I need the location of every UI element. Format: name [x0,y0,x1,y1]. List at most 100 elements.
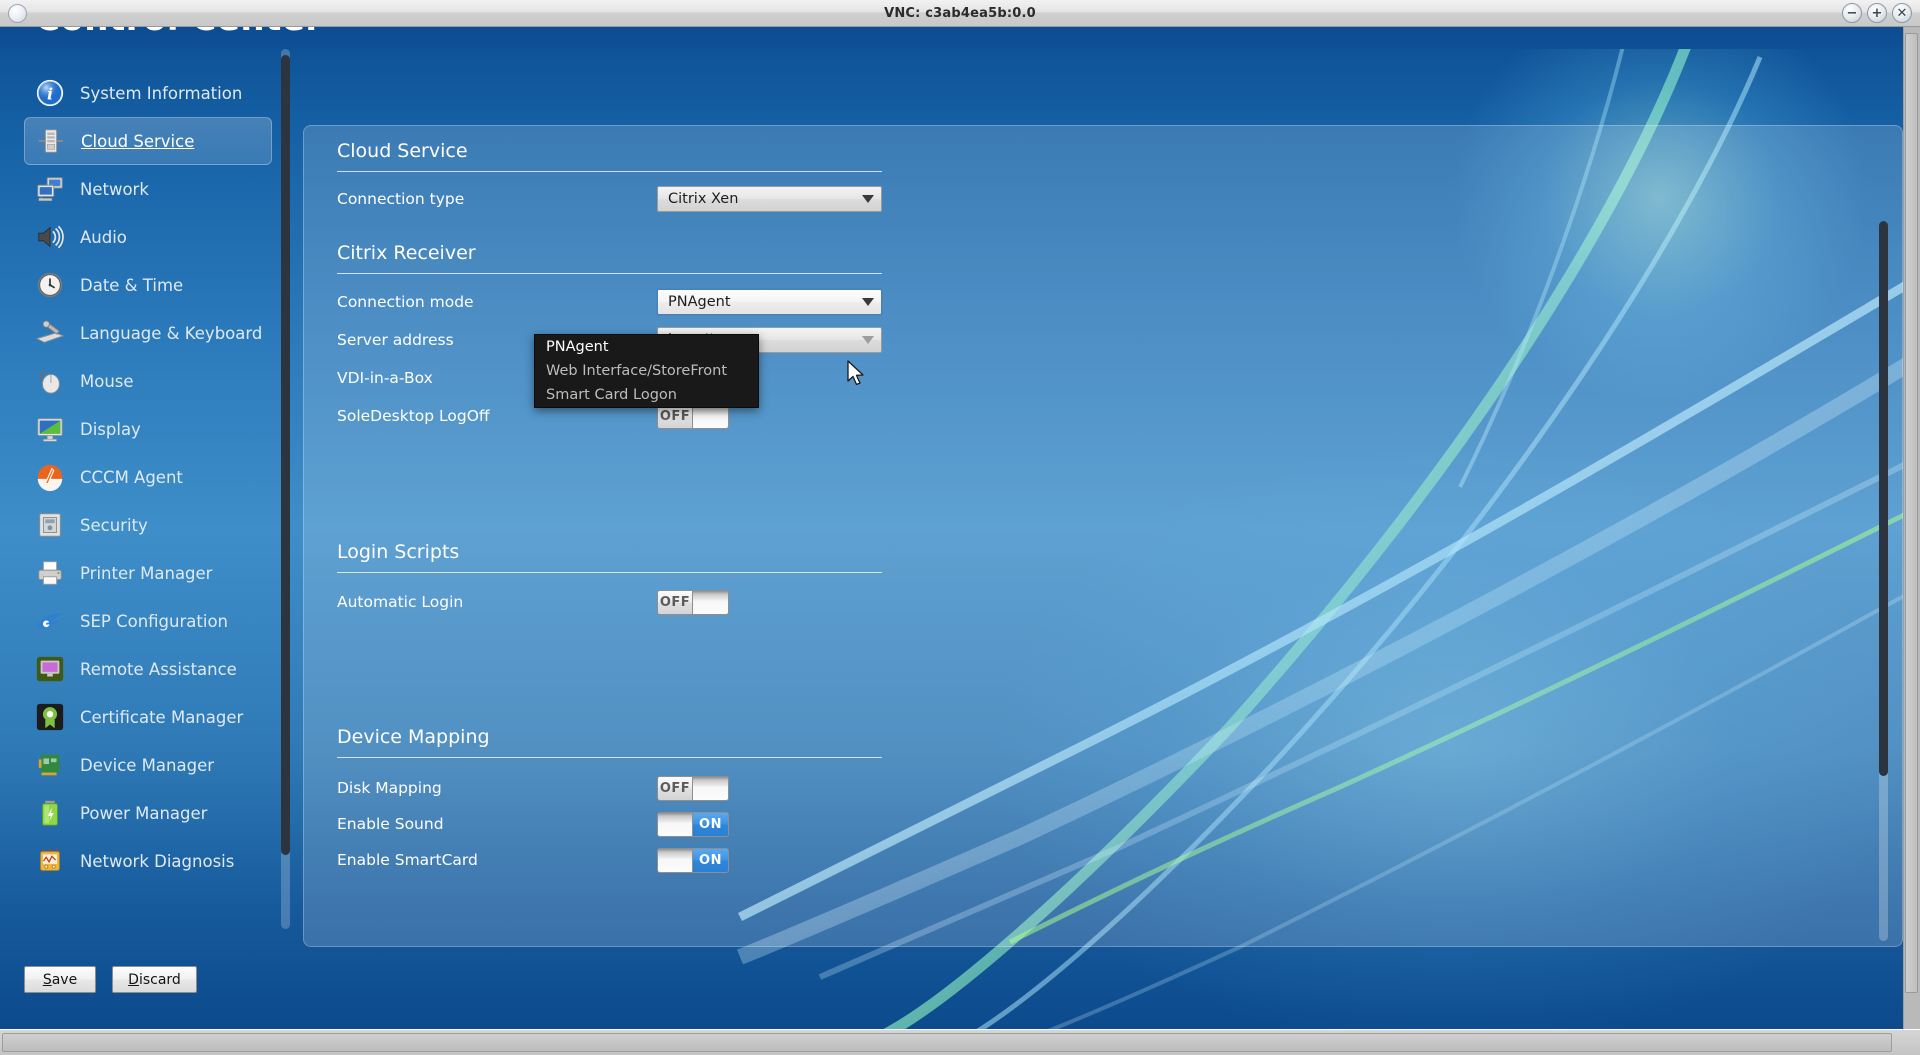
row-enable-smartcard: Enable SmartCard ON [337,847,897,873]
toggle-state-label: OFF [658,776,693,800]
battery-icon [34,797,66,829]
row-disk-mapping: Disk Mapping OFF [337,775,897,801]
sidebar-item-cccm-agent[interactable]: CCCM Agent [24,453,272,501]
discard-label-rest: iscard [138,971,181,988]
connection-type-value: Citrix Xen [668,191,739,207]
sidebar: i System Information Cloud Service Netwo… [0,49,290,929]
remote-desktop: Control Center i System Information Clou… [0,27,1920,1029]
sidebar-item-label: Security [80,515,148,535]
section-title: Citrix Receiver [337,242,882,274]
vnc-vertical-scrollbar-thumb[interactable] [1905,33,1918,993]
save-mnemonic: S [42,971,52,988]
server-icon [35,125,67,157]
expansion-card-icon [34,749,66,781]
sidebar-item-language-keyboard[interactable]: Language & Keyboard [24,309,272,357]
sidebar-item-cloud-service[interactable]: Cloud Service [24,117,272,165]
sidebar-item-power-manager[interactable]: Power Manager [24,789,272,837]
keyboard-icon [34,317,66,349]
disk-mapping-toggle[interactable]: OFF [657,775,729,801]
connection-mode-value: PNAgent [668,294,731,310]
sidebar-item-date-time[interactable]: Date & Time [24,261,272,309]
sidebar-item-label: Display [80,419,141,439]
section-title: Cloud Service [337,140,882,172]
sidebar-item-display[interactable]: Display [24,405,272,453]
sidebar-item-security[interactable]: Security [24,501,272,549]
sidebar-item-label: Network [80,179,149,199]
sidebar-item-label: System Information [80,83,243,103]
section-title: Login Scripts [337,541,882,573]
connection-mode-dropdown-list[interactable]: PNAgent Web Interface/StoreFront Smart C… [534,334,759,408]
settings-panel: Cloud Service Connection type Citrix Xen… [303,125,1903,947]
settings-panel-content: Cloud Service Connection type Citrix Xen… [304,126,1902,946]
save-button[interactable]: Save [24,966,96,993]
content-scrollbar-thumb[interactable] [1879,221,1888,776]
disk-mapping-label: Disk Mapping [337,779,442,797]
sidebar-item-network[interactable]: Network [24,165,272,213]
maximize-button[interactable]: + [1867,3,1887,23]
safe-icon [34,509,66,541]
row-automatic-login: Automatic Login OFF [337,589,897,615]
row-connection-type: Connection type Citrix Xen [337,186,897,212]
app-header: Control Center [0,27,1920,49]
sidebar-item-label: CCCM Agent [80,467,183,487]
section-title: Device Mapping [337,726,882,758]
enable-sound-toggle[interactable]: ON [657,811,729,837]
speaker-icon [34,221,66,253]
close-button[interactable]: ✕ [1892,3,1912,23]
sidebar-item-device-manager[interactable]: Device Manager [24,741,272,789]
minimize-button[interactable]: − [1842,3,1862,23]
mouse-icon [34,365,66,397]
app-title: Control Center [35,27,323,39]
window-menu-icon[interactable] [8,4,27,23]
section-login-scripts: Login Scripts [337,541,882,573]
enable-smartcard-label: Enable SmartCard [337,851,478,869]
action-button-bar: Save Discard [0,949,1920,1029]
svg-text:i: i [47,85,53,104]
clock-icon [34,269,66,301]
discard-button[interactable]: Discard [112,966,197,993]
enable-sound-label: Enable Sound [337,815,444,833]
sidebar-item-label: Power Manager [80,803,208,823]
toggle-state-label: ON [693,812,728,836]
automatic-login-toggle[interactable]: OFF [657,589,729,615]
dropdown-option[interactable]: Smart Card Logon [535,383,758,407]
section-device-mapping: Device Mapping [337,726,882,758]
cccm-icon [34,461,66,493]
toggle-knob [693,776,728,800]
connection-type-label: Connection type [337,190,465,208]
sidebar-item-printer-manager[interactable]: Printer Manager [24,549,272,597]
discard-mnemonic: D [128,971,139,988]
section-cloud-service: Cloud Service [337,140,882,172]
vnc-bottom-bar [0,1029,1920,1055]
toggle-state-label: OFF [658,590,693,614]
section-citrix-receiver: Citrix Receiver [337,242,882,274]
dropdown-option[interactable]: Web Interface/StoreFront [535,359,758,383]
sidebar-item-sep-configuration[interactable]: SEP Configuration [24,597,272,645]
sidebar-item-network-diagnosis[interactable]: Network Diagnosis [24,837,272,885]
row-connection-mode: Connection mode PNAgent [337,289,897,315]
sidebar-item-label: Remote Assistance [80,659,237,679]
vnc-viewer-window: VNC: c3ab4ea5b:0.0 − + ✕ i System Inform… [0,0,1920,1055]
dropdown-option[interactable]: PNAgent [535,335,758,359]
sidebar-item-label: Network Diagnosis [80,851,235,871]
sidebar-item-label: Device Manager [80,755,214,775]
sidebar-item-mouse[interactable]: Mouse [24,357,272,405]
sidebar-item-remote-assistance[interactable]: Remote Assistance [24,645,272,693]
sidebar-item-label: Cloud Service [81,131,195,151]
sidebar-item-label: Certificate Manager [80,707,244,727]
vnc-horizontal-scrollbar[interactable] [2,1033,1892,1052]
sep-icon [34,605,66,637]
sidebar-item-certificate-manager[interactable]: Certificate Manager [24,693,272,741]
connection-mode-dropdown[interactable]: PNAgent [657,289,882,315]
sidebar-item-system-information[interactable]: i System Information [24,69,272,117]
toggle-state-label: ON [693,848,728,872]
sidebar-item-label: Date & Time [80,275,184,295]
vnc-titlebar: VNC: c3ab4ea5b:0.0 − + ✕ [0,0,1920,27]
sidebar-item-audio[interactable]: Audio [24,213,272,261]
connection-type-dropdown[interactable]: Citrix Xen [657,186,882,212]
diagnostics-icon [34,845,66,877]
window-controls: − + ✕ [1842,3,1912,23]
enable-smartcard-toggle[interactable]: ON [657,847,729,873]
sidebar-scrollbar-thumb[interactable] [281,55,290,855]
chevron-down-icon [862,336,874,344]
